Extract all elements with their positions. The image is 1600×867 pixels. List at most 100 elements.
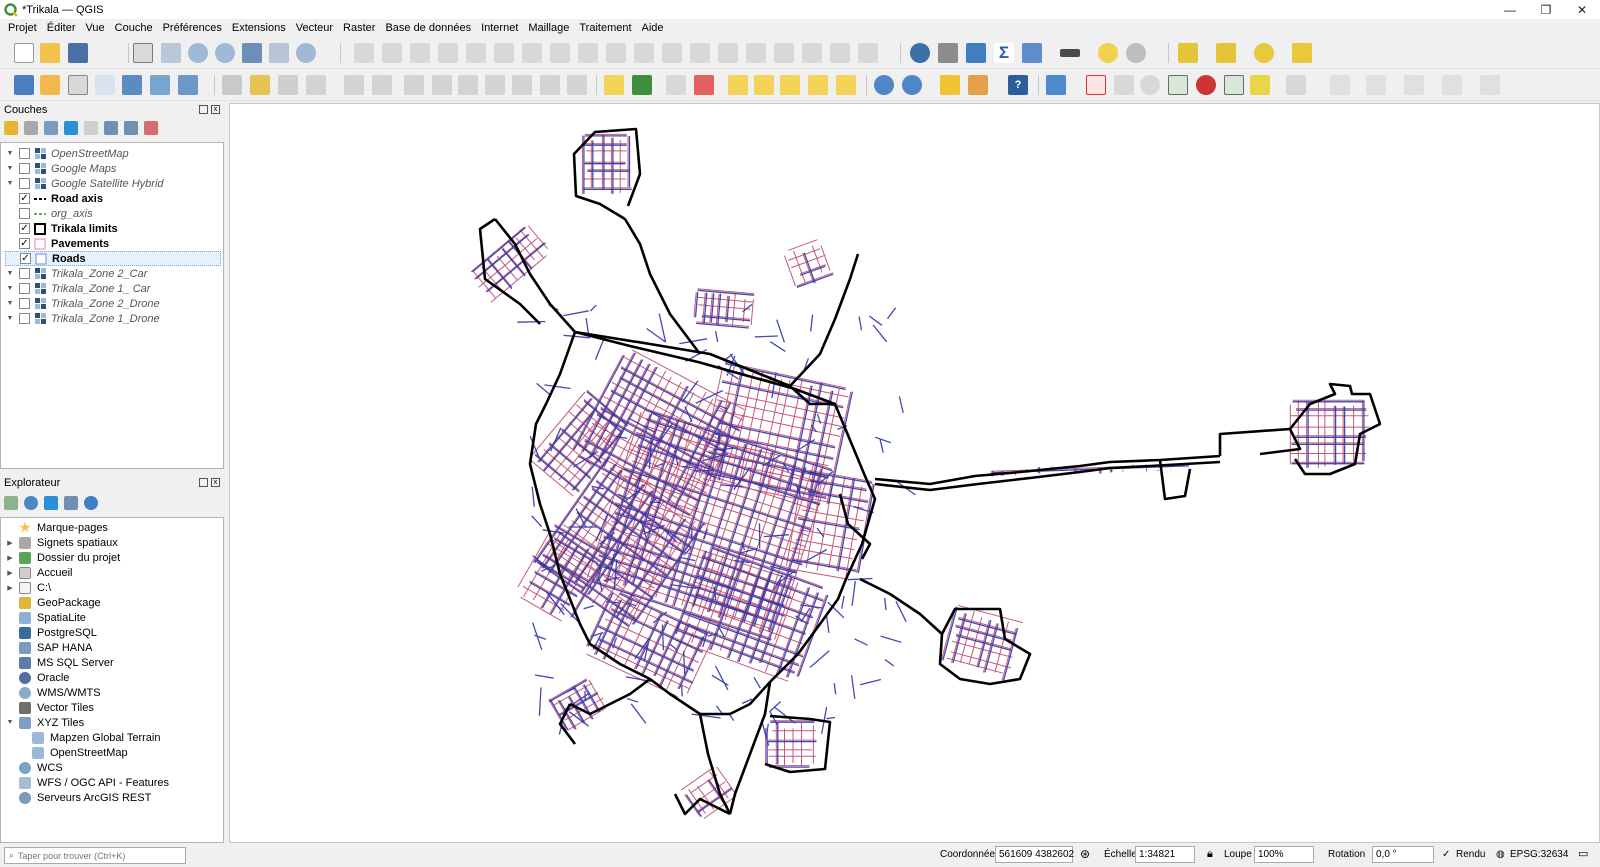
help-icon[interactable]: ? xyxy=(1008,75,1028,95)
layer-google-satellite-hybrid[interactable]: ▼ Google Satellite Hybrid xyxy=(5,176,221,191)
expand-arrow-icon[interactable]: ▼ xyxy=(5,285,15,292)
node-tool-icon[interactable] xyxy=(372,75,392,95)
zoom-full-icon[interactable] xyxy=(242,43,262,63)
deselect-features-icon[interactable] xyxy=(1254,43,1274,63)
layer-pavements[interactable]: ✓ Pavements xyxy=(5,236,221,251)
topology-icon[interactable] xyxy=(1140,75,1160,95)
align-icon[interactable] xyxy=(830,43,850,63)
layer-checkbox-checked[interactable]: ✓ xyxy=(20,253,31,264)
browser-item-marque-pages[interactable]: Marque-pages xyxy=(5,520,221,535)
save-edits-icon[interactable] xyxy=(278,75,298,95)
browser-item-sap-hana[interactable]: SAP HANA xyxy=(5,640,221,655)
open-project-icon[interactable] xyxy=(40,43,60,63)
crs-button[interactable]: EPSG:32634 xyxy=(1510,849,1568,860)
browser-item-arcgis-rest[interactable]: Serveurs ArcGIS REST xyxy=(5,790,221,805)
layer-checkbox[interactable] xyxy=(19,313,30,324)
locator-search[interactable]: ⌕ xyxy=(4,847,186,864)
menu-couche[interactable]: Couche xyxy=(111,22,157,34)
menu-aide[interactable]: Aide xyxy=(638,22,668,34)
offset-curve-icon[interactable] xyxy=(690,43,710,63)
menu-editer[interactable]: Éditer xyxy=(43,22,80,34)
properties-widget-icon[interactable] xyxy=(84,496,98,510)
menu-preferences[interactable]: Préférences xyxy=(159,22,226,34)
data-source-manager-icon[interactable] xyxy=(14,75,34,95)
merge-features-icon[interactable] xyxy=(746,43,766,63)
layer-google-maps[interactable]: ▼ Google Maps xyxy=(5,161,221,176)
float-panel-icon[interactable] xyxy=(199,105,208,114)
layer-trikala-zone2-drone[interactable]: ▼ Trikala_Zone 2_Drone xyxy=(5,296,221,311)
label-toolbar-icon[interactable] xyxy=(604,75,624,95)
polygon-digitize-icon[interactable] xyxy=(1480,75,1500,95)
browser-item-spatialite[interactable]: SpatiaLite xyxy=(5,610,221,625)
tracing-icon[interactable] xyxy=(1250,75,1270,95)
rotate-point-icon[interactable] xyxy=(774,43,794,63)
add-selected-layers-icon[interactable] xyxy=(4,496,18,510)
map-canvas[interactable] xyxy=(229,103,1600,843)
processing-toolbox-icon[interactable] xyxy=(966,43,986,63)
copy-features-icon[interactable] xyxy=(485,75,505,95)
menu-extensions[interactable]: Extensions xyxy=(228,22,290,34)
ellipse-digitize-icon[interactable] xyxy=(1404,75,1424,95)
shape-digitize-icon[interactable] xyxy=(1330,75,1350,95)
pan-tool-icon[interactable] xyxy=(133,43,153,63)
expand-arrow-icon[interactable]: ▼ xyxy=(5,180,15,187)
new-3d-view-icon[interactable] xyxy=(438,43,458,63)
layer-trikala-zone1-drone[interactable]: ▼ Trikala_Zone 1_Drone xyxy=(5,311,221,326)
browser-item-postgresql[interactable]: PostgreSQL xyxy=(5,625,221,640)
refresh-browser-icon[interactable] xyxy=(24,496,38,510)
attribute-table-icon[interactable] xyxy=(1022,43,1042,63)
delete-selected-icon[interactable] xyxy=(432,75,452,95)
zoom-to-selection-icon[interactable] xyxy=(269,43,289,63)
unpinned-labels-icon[interactable] xyxy=(836,75,856,95)
pin-labels-icon[interactable] xyxy=(666,75,686,95)
browser-item-accueil[interactable]: ▶ Accueil xyxy=(5,565,221,580)
save-project-icon[interactable] xyxy=(68,43,88,63)
metasearch-icon[interactable] xyxy=(874,75,894,95)
browser-item-openstreetmap[interactable]: OpenStreetMap xyxy=(18,745,234,760)
snapping-config-icon[interactable] xyxy=(1114,75,1134,95)
extent-toggle-icon[interactable]: ⊛ xyxy=(1080,847,1090,861)
expand-arrow-icon[interactable]: ▶ xyxy=(5,539,15,547)
add-virtual-layer-icon[interactable] xyxy=(178,75,198,95)
messages-icon[interactable]: ▭ xyxy=(1578,847,1588,860)
layer-checkbox[interactable] xyxy=(19,268,30,279)
collapse-browser-icon[interactable] xyxy=(64,496,78,510)
zoom-last-icon[interactable] xyxy=(354,43,374,63)
snap-segment-icon[interactable] xyxy=(1196,75,1216,95)
modify-attributes-icon[interactable] xyxy=(404,75,424,95)
browser-item-ms-sql-server[interactable]: MS SQL Server xyxy=(5,655,221,670)
change-label-icon[interactable] xyxy=(780,75,800,95)
gps-icon[interactable] xyxy=(1126,43,1146,63)
close-panel-icon[interactable]: x xyxy=(211,478,220,487)
layer-checkbox[interactable] xyxy=(19,283,30,294)
measure-line-icon[interactable] xyxy=(1060,49,1080,57)
browser-item-dossier-du-projet[interactable]: ▶ Dossier du projet xyxy=(5,550,221,565)
layer-checkbox[interactable] xyxy=(19,163,30,174)
simplify-icon[interactable] xyxy=(802,43,822,63)
browser-item-wcs[interactable]: WCS xyxy=(5,760,221,775)
layer-checkbox[interactable] xyxy=(19,178,30,189)
layer-trikala-limits[interactable]: ✓ Trikala limits xyxy=(5,221,221,236)
diagram-options-icon[interactable] xyxy=(632,75,652,95)
menu-base-de-donnees[interactable]: Base de données xyxy=(381,22,475,34)
rotate-label-icon[interactable] xyxy=(754,75,774,95)
float-panel-icon[interactable] xyxy=(199,478,208,487)
menu-raster[interactable]: Raster xyxy=(339,22,379,34)
street-view-icon[interactable] xyxy=(968,75,988,95)
toggle-editing-icon[interactable] xyxy=(222,75,242,95)
quickmapservices-icon[interactable] xyxy=(902,75,922,95)
layer-checkbox[interactable] xyxy=(19,148,30,159)
select-by-value-icon[interactable] xyxy=(1216,43,1236,63)
filter-legend-icon[interactable] xyxy=(64,121,78,135)
close-panel-icon[interactable]: x xyxy=(211,105,220,114)
browser-item-xyz-tiles[interactable]: ▼ XYZ Tiles xyxy=(5,715,221,730)
layer-checkbox-checked[interactable]: ✓ xyxy=(19,238,30,249)
collapse-all-icon[interactable] xyxy=(124,121,138,135)
select-by-location-icon[interactable] xyxy=(1292,43,1312,63)
browser-item-signets-spatiaux[interactable]: ▶ Signets spatiaux xyxy=(5,535,221,550)
new-project-icon[interactable] xyxy=(14,43,34,63)
browser-item-wms-wmts[interactable]: WMS/WMTS xyxy=(5,685,221,700)
expand-arrow-icon[interactable]: ▶ xyxy=(5,554,15,562)
add-delimited-text-icon[interactable] xyxy=(95,75,115,95)
browser-item-oracle[interactable]: Oracle xyxy=(5,670,221,685)
